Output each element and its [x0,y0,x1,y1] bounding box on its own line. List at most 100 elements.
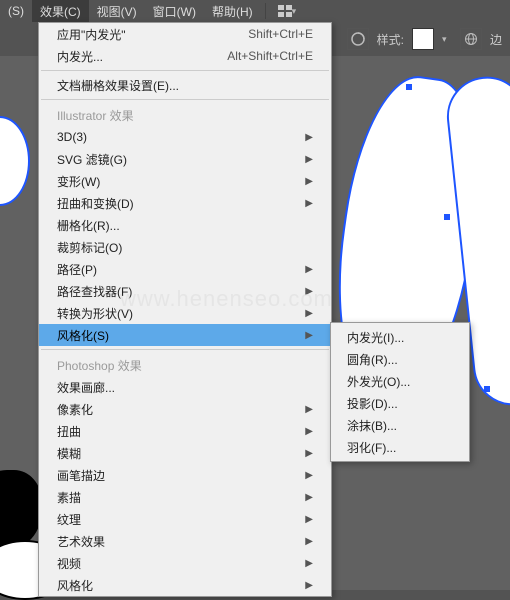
menubar: (S) 效果(C) 视图(V) 窗口(W) 帮助(H) ▾ [0,0,510,22]
menubar-item-help[interactable]: 帮助(H) [204,0,261,22]
menu-label: 裁剪标记(O) [57,239,122,256]
submenu-item[interactable]: 羽化(F)... [331,436,469,458]
menu-label: 3D(3) [57,130,87,144]
menu-item[interactable]: 扭曲和变换(D) ▶ [39,192,331,214]
chevron-down-icon: ▾ [292,6,302,16]
menu-label: 圆角(R)... [347,351,398,368]
submenu-item[interactable]: 涂抹(B)... [331,414,469,436]
menubar-item-effects[interactable]: 效果(C) [32,0,89,22]
chevron-right-icon: ▶ [305,404,313,415]
globe-icon[interactable] [460,28,482,50]
menu-label: 外发光(O)... [347,373,410,390]
menu-label: 涂抹(B)... [347,417,397,434]
menu-label: 扭曲 [57,423,81,440]
menu-label: 纹理 [57,511,81,528]
menu-item-apply-last[interactable]: 应用"内发光" Shift+Ctrl+E [39,23,331,45]
chevron-right-icon: ▶ [305,426,313,437]
menubar-label: 效果(C) [40,3,81,20]
submenu-item[interactable]: 投影(D)... [331,392,469,414]
menu-label: 文档栅格效果设置(E)... [57,77,179,94]
chevron-right-icon: ▶ [305,264,313,275]
menu-item[interactable]: 变形(W)▶ [39,170,331,192]
stylize-submenu: 内发光(I)... 圆角(R)... 外发光(O)... 投影(D)... 涂抹(B).… [330,322,470,462]
divider [41,99,329,100]
menu-item[interactable]: 3D(3) ▶ [39,126,331,148]
menubar-item-window[interactable]: 窗口(W) [145,0,204,22]
advanced-label: 边 [490,31,502,48]
chevron-right-icon: ▶ [305,154,313,165]
menu-label: 羽化(F)... [347,439,396,456]
menu-label: 风格化 [57,577,93,594]
menu-label: 视频 [57,555,81,572]
menu-item[interactable]: 风格化 ▶ [39,574,331,596]
chevron-right-icon: ▶ [305,448,313,459]
menu-label: 效果画廊... [57,379,115,396]
menu-item[interactable]: 素描 ▶ [39,486,331,508]
chevron-right-icon: ▶ [305,580,313,591]
chevron-right-icon: ▶ [305,308,313,319]
menu-label: 像素化 [57,401,93,418]
menubar-label: (S) [8,4,24,18]
chevron-down-icon[interactable]: ▾ [442,34,452,44]
menu-item[interactable]: 转换为形状(V)▶ [39,302,331,324]
menu-item[interactable]: 纹理 ▶ [39,508,331,530]
anchor-point[interactable] [406,84,412,90]
menu-section-illustrator: Illustrator 效果 [39,103,331,126]
submenu-item[interactable]: 外发光(O)... [331,370,469,392]
menu-label: 模糊 [57,445,81,462]
menu-item-inner-glow[interactable]: 内发光... Alt+Shift+Ctrl+E [39,45,331,67]
menu-label: 扭曲和变换(D) [57,195,134,212]
menubar-label: 窗口(W) [153,3,196,20]
menu-label: 风格化(S) [57,327,109,344]
menu-item[interactable]: 裁剪标记(O) [39,236,331,258]
divider [41,70,329,71]
style-label: 样式: [377,31,404,48]
options-bar: 样式: ▾ 边 [339,22,510,56]
menubar-layout-icon[interactable]: ▾ [270,0,310,22]
style-swatch[interactable] [412,28,434,50]
menu-item[interactable]: 路径查找器(F)▶ [39,280,331,302]
menu-shortcut: Shift+Ctrl+E [248,27,313,41]
vector-shape[interactable] [0,116,30,206]
chevron-right-icon: ▶ [305,558,313,569]
menu-label: 素描 [57,489,81,506]
menubar-label: 帮助(H) [212,3,253,20]
menu-label: SVG 滤镜(G) [57,151,127,168]
menu-item[interactable]: 画笔描边▶ [39,464,331,486]
anchor-point[interactable] [444,214,450,220]
menu-label: 内发光... [57,48,103,65]
menu-label: 艺术效果 [57,533,105,550]
menu-item[interactable]: 风格化(S)▶ [39,324,331,346]
menu-item[interactable]: 栅格化(R)... [39,214,331,236]
anchor-point[interactable] [484,386,490,392]
menu-section-photoshop: Photoshop 效果 [39,353,331,376]
vector-shape[interactable] [0,470,42,550]
menu-item[interactable]: 路径(P) ▶ [39,258,331,280]
menu-item[interactable]: 艺术效果 ▶ [39,530,331,552]
menu-item-raster-settings[interactable]: 文档栅格效果设置(E)... [39,74,331,96]
menu-item[interactable]: 扭曲 ▶ [39,420,331,442]
menu-item[interactable]: SVG 滤镜(G) ▶ [39,148,331,170]
menu-shortcut: Alt+Shift+Ctrl+E [227,49,313,63]
grid-icon [278,4,292,18]
menu-label: 变形(W) [57,173,100,190]
menu-item[interactable]: 模糊 ▶ [39,442,331,464]
menubar-item-view[interactable]: 视图(V) [89,0,145,22]
chevron-right-icon: ▶ [305,536,313,547]
effects-menu: 应用"内发光" Shift+Ctrl+E 内发光... Alt+Shift+Ct… [38,22,332,597]
submenu-item[interactable]: 内发光(I)... [331,326,469,348]
submenu-item[interactable]: 圆角(R)... [331,348,469,370]
menu-item[interactable]: 视频 ▶ [39,552,331,574]
chevron-right-icon: ▶ [305,492,313,503]
chevron-right-icon: ▶ [305,286,313,297]
recolor-icon[interactable] [347,28,369,50]
chevron-right-icon: ▶ [305,132,313,143]
menu-item[interactable]: 效果画廊... [39,376,331,398]
menu-label: 路径(P) [57,261,97,278]
menu-item[interactable]: 像素化 ▶ [39,398,331,420]
chevron-right-icon: ▶ [305,514,313,525]
menubar-item-prev[interactable]: (S) [0,0,32,22]
menu-label: 应用"内发光" [57,26,126,43]
chevron-right-icon: ▶ [305,198,313,209]
chevron-right-icon: ▶ [305,470,313,481]
